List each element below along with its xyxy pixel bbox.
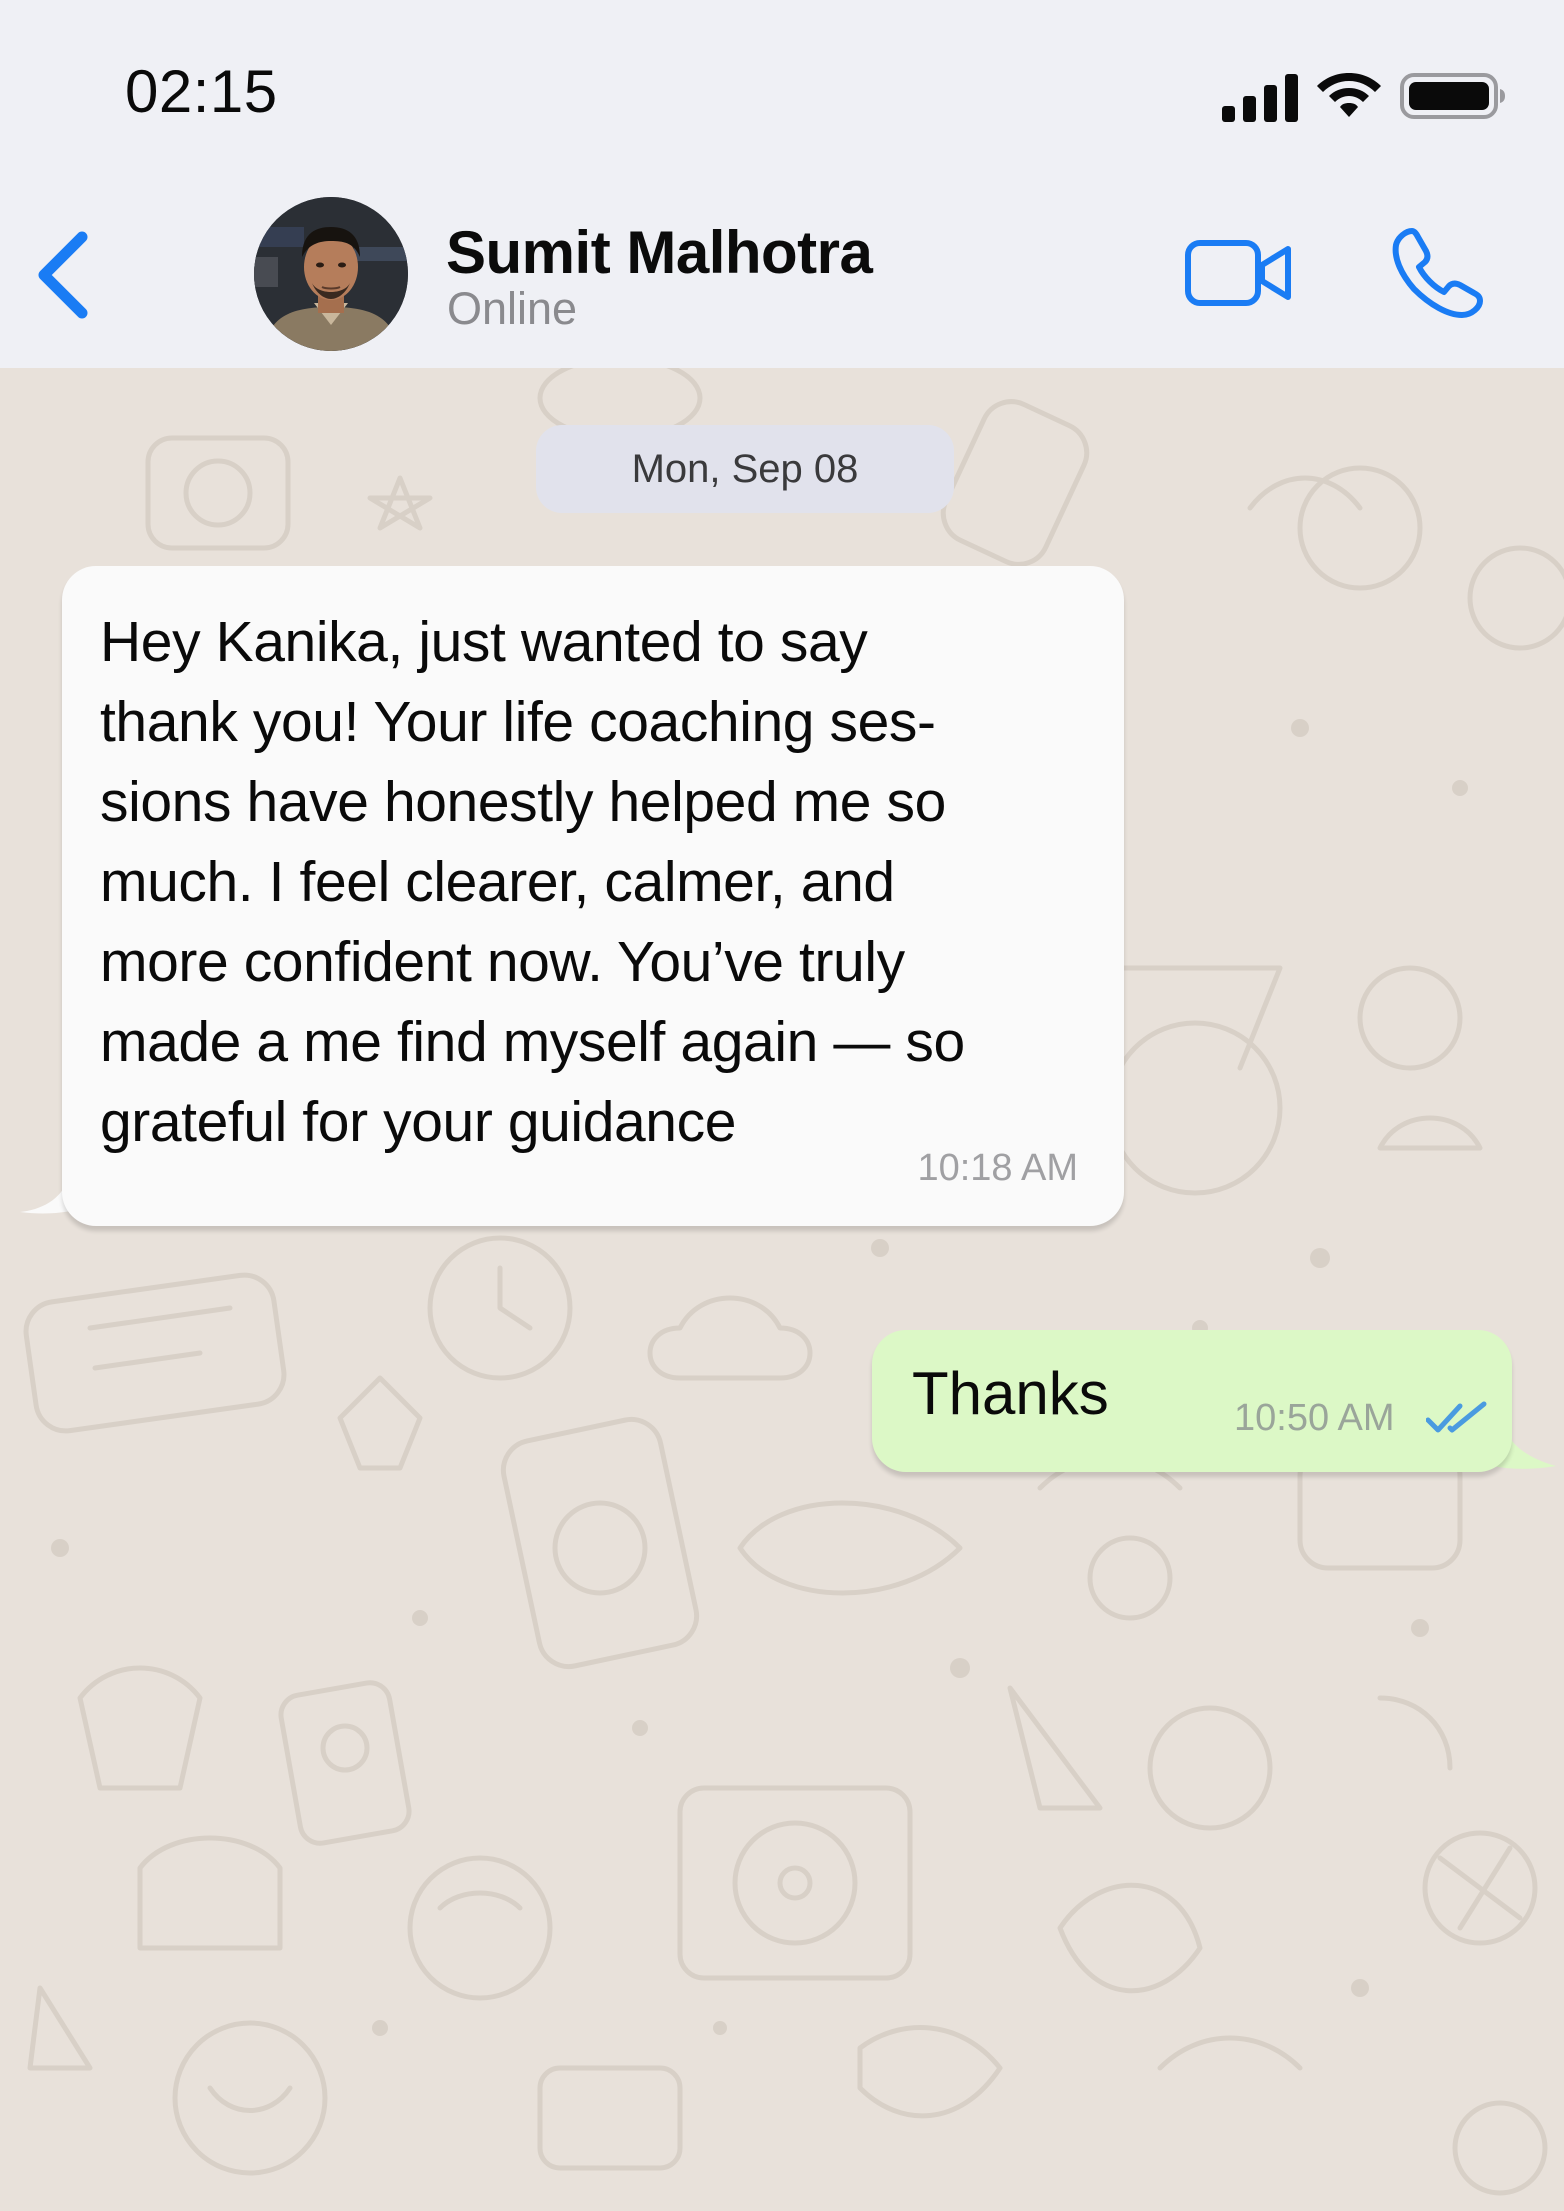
chevron-left-icon	[38, 231, 88, 319]
chat-header: Sumit Malhotra Online	[0, 175, 1564, 369]
double-check-icon	[1426, 1401, 1487, 1433]
wifi-icon	[1317, 73, 1381, 117]
status-bar: 02:15	[0, 0, 1564, 175]
back-button[interactable]	[30, 225, 100, 325]
status-time: 02:15	[125, 58, 278, 125]
incoming-message-bubble[interactable]: Hey Kanika, just wanted to say thank you…	[62, 566, 1124, 1226]
chat-area[interactable]: Mon, Sep 08 Hey Kanika, just wanted to s…	[0, 368, 1564, 2211]
video-call-icon	[1185, 240, 1291, 306]
phone-icon	[1392, 228, 1483, 318]
outgoing-message-bubble[interactable]: Thanks 10:50 AM	[872, 1330, 1512, 1472]
chat-screen: 02:15 Sumit Malhotra Online Mon, Sep 08 …	[0, 0, 1564, 2211]
message-text: Hey Kanika, just wanted to say thank you…	[100, 610, 965, 1154]
message-timestamp: 10:50 AM	[1234, 1397, 1395, 1439]
battery-icon	[1400, 73, 1505, 119]
voice-call-button[interactable]	[1388, 223, 1488, 323]
avatar-photo	[254, 197, 408, 351]
message-text: Thanks	[912, 1360, 1109, 1427]
signal-icon	[1222, 74, 1298, 122]
contact-name[interactable]: Sumit Malhotra	[446, 218, 873, 288]
message-timestamp: 10:18 AM	[917, 1147, 1078, 1189]
avatar[interactable]	[254, 197, 408, 351]
video-call-button[interactable]	[1184, 233, 1294, 313]
contact-status: Online	[447, 283, 578, 334]
date-separator: Mon, Sep 08	[536, 425, 954, 513]
